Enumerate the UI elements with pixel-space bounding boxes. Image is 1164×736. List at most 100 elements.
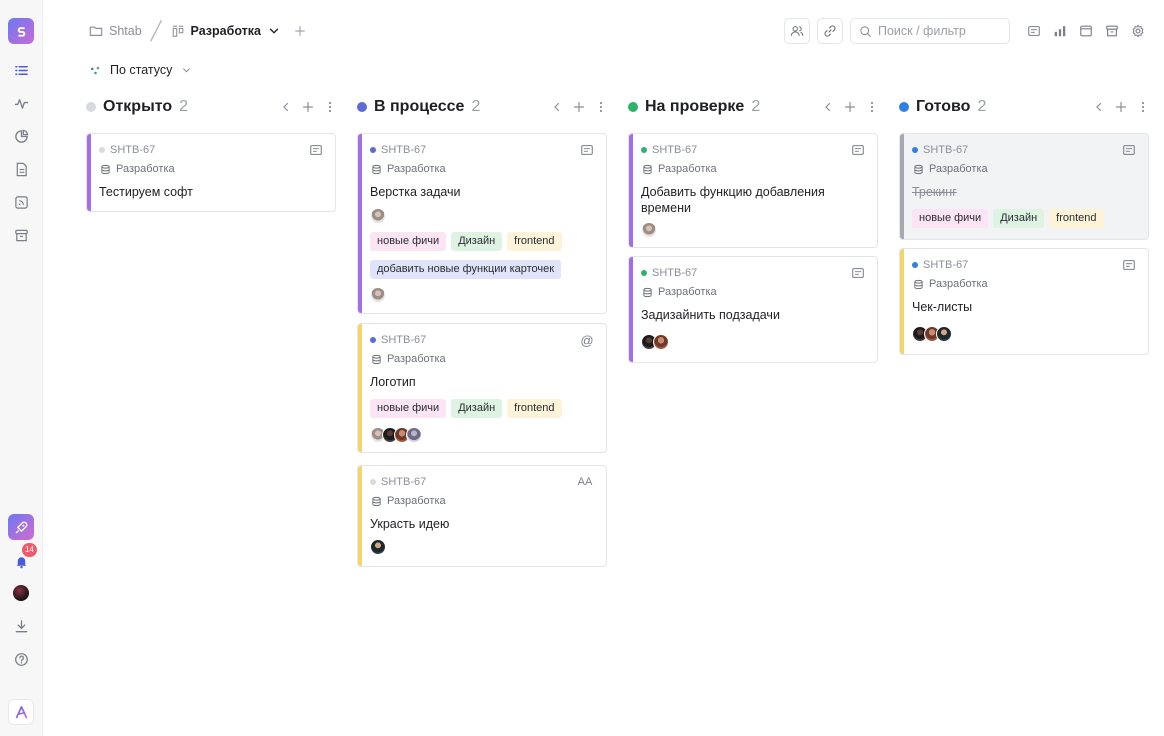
assignees[interactable]	[641, 222, 657, 238]
task-id: SHTB-67	[912, 144, 968, 156]
tag[interactable]: frontend	[1049, 209, 1104, 228]
gear-icon	[1132, 24, 1144, 38]
window-icon	[1080, 25, 1092, 37]
avatar	[370, 208, 386, 224]
breadcrumb-project[interactable]: Разработка	[191, 24, 261, 38]
more-vertical-icon[interactable]	[1137, 101, 1149, 113]
archive-icon[interactable]	[8, 222, 34, 248]
tag[interactable]: добавить новые функции карточек	[370, 260, 562, 279]
window-view-button[interactable]	[1076, 21, 1096, 41]
tag-list: новые фичи Дизайн frontend	[912, 209, 1104, 228]
description-icon	[1028, 26, 1040, 36]
tag[interactable]: Дизайн	[993, 209, 1045, 228]
activity-icon[interactable]	[8, 90, 34, 116]
description-icon	[1122, 143, 1136, 157]
group-by-selector[interactable]: По статусу	[89, 61, 193, 79]
priority-bar	[358, 324, 362, 452]
database-icon	[372, 354, 381, 364]
more-vertical-icon[interactable]	[324, 101, 336, 113]
avatar	[406, 427, 422, 443]
tag[interactable]: новые фичи	[370, 232, 447, 251]
column-title: Открыто	[103, 98, 173, 115]
tag[interactable]: новые фичи	[370, 399, 447, 418]
assignees[interactable]	[641, 334, 669, 350]
column-count: 2	[751, 98, 761, 115]
settings-button[interactable]	[1128, 21, 1148, 41]
breadcrumb-workspace[interactable]: Shtab	[109, 24, 142, 38]
chevron-down-icon[interactable]	[267, 24, 281, 38]
add-card-icon[interactable]	[573, 101, 585, 113]
more-vertical-icon[interactable]	[866, 101, 878, 113]
avatar	[641, 222, 657, 238]
card-fields-button[interactable]	[1024, 21, 1044, 41]
tag[interactable]: Дизайн	[451, 232, 503, 251]
brand-logo-icon[interactable]	[8, 699, 34, 725]
task-card[interactable]: SHTB-67 Разработка Чек-листы	[899, 248, 1149, 355]
assignees[interactable]	[370, 539, 386, 555]
app-logo-icon[interactable]	[8, 18, 34, 44]
tag[interactable]: новые фичи	[912, 209, 989, 228]
members-button[interactable]	[784, 18, 810, 44]
task-card[interactable]: SHTB-67 Разработка Задизайнить подзадачи	[628, 256, 878, 363]
priority-bar	[900, 134, 904, 239]
collapse-column-icon[interactable]	[822, 101, 834, 113]
assignees[interactable]	[370, 427, 422, 443]
task-project: Разработка	[913, 163, 988, 175]
tag[interactable]: frontend	[507, 399, 562, 418]
task-card[interactable]: SHTB-67 Разработка Трекинг новые фичи Ди…	[899, 133, 1149, 240]
add-card-icon[interactable]	[844, 101, 856, 113]
more-vertical-icon[interactable]	[595, 101, 607, 113]
database-icon	[372, 496, 381, 506]
priority-bar	[629, 257, 633, 362]
notifications-bell-icon[interactable]: 14	[8, 543, 37, 574]
task-card[interactable]: SHTB-67 Разработка @ Логотип новые фичи …	[357, 323, 607, 453]
column-header: Открыто 2	[86, 96, 336, 118]
assignees[interactable]	[370, 208, 386, 224]
add-card-icon[interactable]	[1115, 101, 1127, 113]
archive-button[interactable]	[1102, 21, 1122, 41]
tag-list: новые фичи Дизайн frontend	[370, 399, 562, 418]
reports-pie-icon[interactable]	[8, 123, 34, 149]
collapse-column-icon[interactable]	[551, 101, 563, 113]
column-count: 2	[179, 98, 189, 115]
list-view-icon[interactable]	[8, 57, 34, 83]
assignees[interactable]	[912, 326, 952, 342]
column-title: Готово	[916, 98, 971, 115]
task-card[interactable]: SHTB-67 Разработка Добавить функцию доба…	[628, 133, 878, 248]
folder-icon	[89, 26, 103, 36]
tag[interactable]: frontend	[507, 232, 562, 251]
task-card[interactable]: SHTB-67 Разработка Верстка задачи новые …	[357, 133, 607, 314]
group-by-label: По статусу	[110, 63, 173, 77]
task-title: Трекинг	[912, 185, 957, 199]
task-id: SHTB-67	[912, 259, 968, 271]
tag[interactable]: Дизайн	[451, 399, 503, 418]
collapse-column-icon[interactable]	[1093, 101, 1105, 113]
add-card-icon[interactable]	[302, 101, 314, 113]
collapse-column-icon[interactable]	[280, 101, 292, 113]
task-card[interactable]: SHTB-67 Разработка AA Украсть идею	[357, 465, 607, 567]
documents-icon[interactable]	[8, 156, 34, 182]
search-filter[interactable]	[850, 18, 1010, 44]
avatar	[370, 539, 386, 555]
feed-icon[interactable]	[8, 189, 34, 215]
database-icon	[372, 164, 381, 174]
priority-bar	[358, 134, 362, 313]
user-avatar[interactable]	[8, 580, 34, 606]
priority-bar	[629, 134, 633, 247]
search-input[interactable]	[878, 24, 998, 38]
assignees[interactable]	[370, 287, 386, 303]
help-icon[interactable]	[8, 646, 34, 672]
task-title: Верстка задачи	[370, 185, 461, 199]
column-header: На проверке 2	[628, 96, 878, 118]
task-project: Разработка	[371, 353, 446, 365]
download-icon[interactable]	[8, 613, 34, 639]
share-link-button[interactable]	[817, 18, 843, 44]
status-dot	[899, 102, 909, 112]
rocket-icon[interactable]	[8, 514, 34, 540]
task-id: SHTB-67	[370, 334, 426, 346]
column-open: Открыто 2 SHTB-67 Разработка Тестируем с…	[86, 96, 336, 212]
analytics-button[interactable]	[1050, 21, 1070, 41]
description-icon	[1122, 258, 1136, 272]
add-board-icon[interactable]	[293, 24, 307, 38]
task-card[interactable]: SHTB-67 Разработка Тестируем софт	[86, 133, 336, 212]
